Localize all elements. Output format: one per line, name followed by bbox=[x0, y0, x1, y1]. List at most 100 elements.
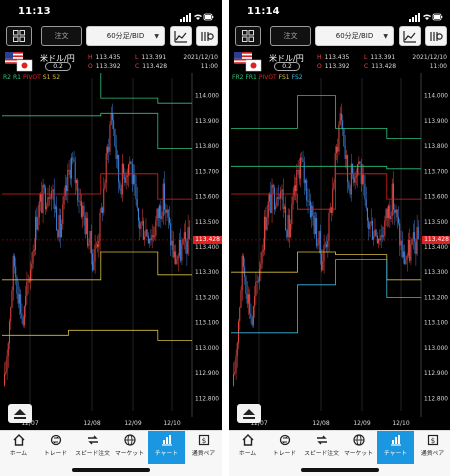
candle-body bbox=[389, 205, 391, 220]
candle-body bbox=[125, 177, 127, 183]
candle-body bbox=[402, 251, 404, 258]
candle-body bbox=[57, 230, 59, 238]
nav-item-speed-order[interactable]: スピード注文 bbox=[74, 431, 111, 464]
candle-body bbox=[281, 189, 283, 192]
candle-body bbox=[335, 146, 337, 154]
nav-item-trade[interactable]: トレード bbox=[266, 431, 303, 464]
candle-body bbox=[32, 251, 34, 264]
candle-body bbox=[270, 194, 272, 214]
price-chart[interactable]: 12/07 12/08 12/09 12/10114.000113.900113.80… bbox=[229, 73, 450, 430]
trade-icon bbox=[50, 434, 61, 446]
toggle-panel-button[interactable] bbox=[237, 404, 261, 423]
candle-body bbox=[135, 183, 137, 200]
candle-body bbox=[247, 294, 249, 304]
nav-item-trade[interactable]: トレード bbox=[37, 431, 74, 464]
candle-body bbox=[84, 215, 86, 235]
pivot-line-r1 bbox=[2, 112, 192, 149]
nav-item-globe[interactable]: マーケット bbox=[340, 431, 377, 464]
bar-time: 11:00 bbox=[429, 63, 447, 70]
nav-item-chart[interactable]: チャート bbox=[148, 431, 185, 464]
nav-item-chart[interactable]: チャート bbox=[377, 431, 414, 464]
candle-body bbox=[417, 227, 419, 239]
nav-item-currency-pair[interactable]: $ 通貨ペア bbox=[185, 431, 222, 464]
candle-body bbox=[139, 220, 141, 230]
nav-label: ホーム bbox=[238, 451, 257, 457]
order-button[interactable]: 注文 bbox=[270, 26, 311, 46]
candle-body bbox=[110, 113, 112, 125]
candle-body bbox=[311, 205, 313, 217]
nav-item-speed-order[interactable]: スピード注文 bbox=[303, 431, 340, 464]
candle-body bbox=[282, 189, 284, 209]
price-axis-label: 114.000 bbox=[195, 94, 219, 100]
legend-item-fr2: FR2 bbox=[232, 74, 244, 81]
candle-body bbox=[66, 185, 68, 192]
price-axis-label: 112.800 bbox=[195, 396, 219, 402]
candle-body bbox=[167, 209, 169, 218]
timeframe-select[interactable]: 60分足/BID ▼ bbox=[86, 26, 165, 46]
pivot-line-s2 bbox=[2, 329, 192, 341]
signal-wifi-battery-icon bbox=[180, 13, 214, 22]
candle-body bbox=[170, 223, 172, 246]
candle-body bbox=[176, 259, 178, 265]
candle-body bbox=[13, 255, 15, 267]
candle-body bbox=[140, 223, 142, 230]
currency-pair-icon: $ bbox=[427, 434, 438, 446]
nav-item-currency-pair[interactable]: $ 通貨ペア bbox=[414, 431, 450, 464]
candle-body bbox=[132, 174, 134, 184]
chart-settings-icon bbox=[403, 30, 416, 43]
chart-type-button[interactable] bbox=[170, 26, 192, 46]
candle-body bbox=[375, 229, 377, 236]
candle-body bbox=[337, 146, 339, 152]
gear-icon bbox=[430, 31, 443, 41]
layout-grid-button[interactable] bbox=[6, 26, 32, 46]
candle-body bbox=[53, 189, 55, 209]
indicator-settings-button[interactable] bbox=[425, 26, 447, 46]
layout-grid-button[interactable] bbox=[235, 26, 261, 46]
chart-type-button[interactable] bbox=[399, 26, 421, 46]
candle-body bbox=[380, 235, 382, 241]
home-icon bbox=[13, 434, 24, 446]
candle-body bbox=[329, 207, 331, 213]
candle-body bbox=[92, 253, 94, 271]
candle-body bbox=[414, 232, 416, 242]
timeframe-select[interactable]: 60分足/BID ▼ bbox=[315, 26, 394, 46]
candle-body bbox=[41, 194, 43, 214]
candle-body bbox=[353, 173, 355, 183]
close-value: 113.428 bbox=[142, 63, 168, 70]
candle-body bbox=[415, 241, 417, 254]
candle-body bbox=[288, 215, 290, 238]
nav-item-home[interactable]: ホーム bbox=[0, 431, 37, 464]
candle-body bbox=[268, 194, 270, 202]
candle-body bbox=[314, 218, 316, 235]
order-button[interactable]: 注文 bbox=[41, 26, 82, 46]
nav-label: 通貨ペア bbox=[420, 451, 445, 457]
candle-body bbox=[384, 220, 386, 236]
candle-body bbox=[271, 184, 273, 214]
candle-body bbox=[95, 244, 97, 245]
candle-body bbox=[166, 209, 168, 213]
nav-label: マーケット bbox=[344, 451, 373, 457]
globe-icon bbox=[352, 434, 365, 446]
candle-body bbox=[267, 201, 269, 218]
candle-body bbox=[361, 174, 363, 184]
candle-body bbox=[410, 244, 412, 261]
candle-body bbox=[161, 215, 163, 220]
candle-body bbox=[291, 204, 293, 225]
candle-body bbox=[134, 174, 136, 184]
open-value: 113.392 bbox=[324, 63, 350, 70]
nav-item-globe[interactable]: マーケット bbox=[111, 431, 148, 464]
candle-body bbox=[172, 240, 174, 258]
candle-body bbox=[118, 155, 120, 183]
toggle-panel-button[interactable] bbox=[8, 404, 32, 423]
price-chart[interactable]: 12/07 12/08 12/09 12/10114.000113.900113.80… bbox=[0, 73, 222, 430]
candle-body bbox=[109, 124, 111, 152]
bar-datetime: 2021/12/10 11:00 bbox=[412, 53, 447, 71]
nav-item-home[interactable]: ホーム bbox=[229, 431, 266, 464]
candle-body bbox=[31, 263, 33, 270]
status-time: 11:14 bbox=[247, 6, 280, 17]
candle-body bbox=[344, 146, 346, 159]
candle-body bbox=[82, 205, 84, 217]
indicator-settings-button[interactable] bbox=[196, 26, 218, 46]
price-axis-label: 113.800 bbox=[195, 144, 219, 150]
candle-body bbox=[78, 200, 80, 202]
